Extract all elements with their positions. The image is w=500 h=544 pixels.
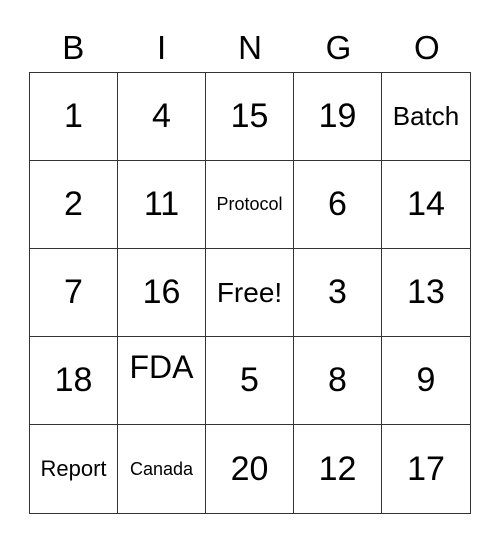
bingo-cell[interactable]: 1 [30,73,118,161]
bingo-cell[interactable]: 8 [294,337,382,425]
bingo-cell[interactable]: 7 [30,249,118,337]
bingo-cell[interactable]: 6 [294,161,382,249]
header-letter-b: B [62,29,85,66]
bingo-cell[interactable]: 4 [118,73,206,161]
bingo-cell[interactable]: 9 [382,337,470,425]
bingo-cell[interactable]: 15 [206,73,294,161]
bingo-cell[interactable]: 5 [206,337,294,425]
bingo-cell[interactable]: 3 [294,249,382,337]
bingo-cell[interactable]: 16 [118,249,206,337]
bingo-cell[interactable]: 17 [382,425,470,513]
bingo-cell[interactable]: Report [30,425,118,513]
bingo-cell[interactable]: 13 [382,249,470,337]
header-letter-i: I [157,29,167,66]
bingo-cell[interactable]: FDA [118,337,206,425]
header-letter-n: N [238,29,262,66]
header-letter-g: G [325,29,352,66]
bingo-cell[interactable]: Protocol [206,161,294,249]
bingo-cell[interactable]: 20 [206,425,294,513]
header-letter-o: O [413,29,440,66]
bingo-grid: 1 4 15 19 Batch 2 11 Protocol 6 14 7 16 … [29,72,471,514]
bingo-cell[interactable]: Batch [382,73,470,161]
bingo-cell[interactable]: 14 [382,161,470,249]
bingo-header: B I N G O [29,26,471,70]
bingo-cell[interactable]: 18 [30,337,118,425]
free-space-cell[interactable]: Free! [206,249,294,337]
bingo-cell[interactable]: 2 [30,161,118,249]
bingo-cell[interactable]: 12 [294,425,382,513]
bingo-cell[interactable]: Canada [118,425,206,513]
bingo-cell[interactable]: 11 [118,161,206,249]
bingo-cell[interactable]: 19 [294,73,382,161]
